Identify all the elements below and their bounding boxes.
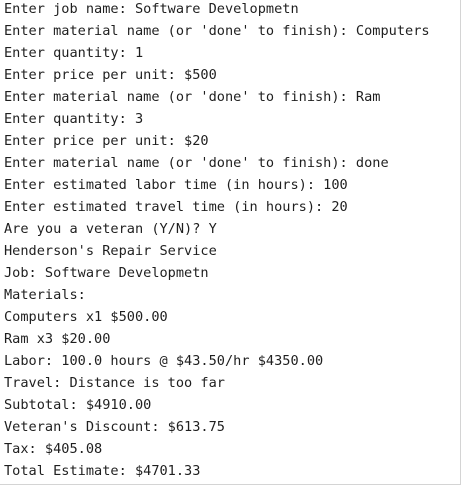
- console-line-material-prompt-3: Enter material name (or 'done' to finish…: [4, 155, 389, 171]
- console-line-material-item-1: Computers x1 $500.00: [4, 309, 168, 325]
- console-line-total-estimate: Total Estimate: $4701.33: [4, 463, 201, 479]
- console-line-material-prompt-1: Enter material name (or 'done' to finish…: [4, 23, 430, 39]
- console-line-material-prompt-2: Enter material name (or 'done' to finish…: [4, 89, 381, 105]
- console-line-labor-prompt: Enter estimated labor time (in hours): 1…: [4, 177, 348, 193]
- console-line-travel-prompt: Enter estimated travel time (in hours): …: [4, 199, 348, 215]
- console-line-job-name-prompt: Enter job name: Software Developmetn: [4, 1, 299, 17]
- console-line-material-item-2: Ram x3 $20.00: [4, 331, 111, 347]
- console-line-price-prompt-2: Enter price per unit: $20: [4, 133, 209, 149]
- console-line-price-prompt-1: Enter price per unit: $500: [4, 67, 217, 83]
- console-line-quantity-prompt-2: Enter quantity: 3: [4, 111, 144, 127]
- console-line-veteran-prompt: Are you a veteran (Y/N)? Y: [4, 221, 217, 237]
- console-line-travel-summary: Travel: Distance is too far: [4, 375, 225, 391]
- console-line-subtotal: Subtotal: $4910.00: [4, 397, 152, 413]
- console-line-veteran-discount: Veteran's Discount: $613.75: [4, 419, 225, 435]
- console-output: Enter job name: Software Developmetn Ent…: [0, 0, 461, 485]
- console-line-job-summary: Job: Software Developmetn: [4, 265, 209, 281]
- console-line-company-name: Henderson's Repair Service: [4, 243, 217, 259]
- console-line-tax: Tax: $405.08: [4, 441, 103, 457]
- console-line-quantity-prompt-1: Enter quantity: 1: [4, 45, 144, 61]
- console-line-labor-summary: Labor: 100.0 hours @ $43.50/hr $4350.00: [4, 353, 324, 369]
- console-line-materials-header: Materials:: [4, 287, 86, 303]
